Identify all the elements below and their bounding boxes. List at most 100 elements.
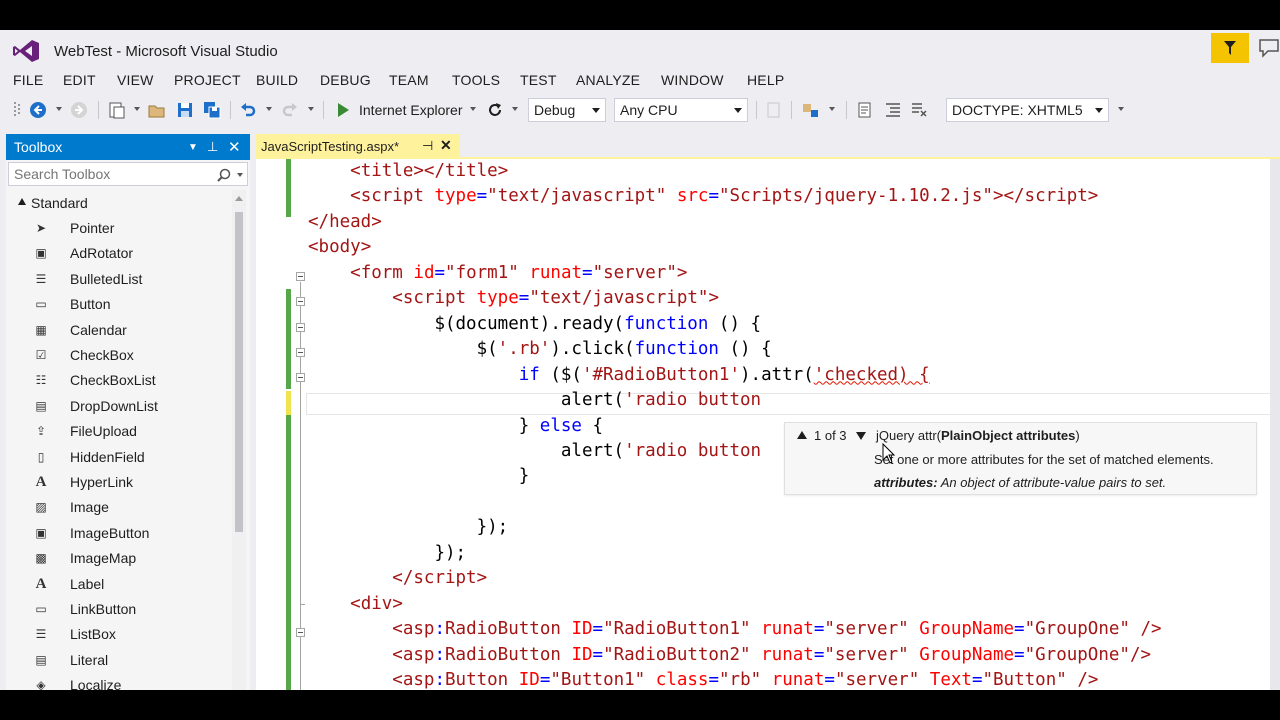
run-target-label[interactable]: Internet Explorer <box>359 102 463 118</box>
toolbar-overflow-dropdown[interactable] <box>1118 107 1124 111</box>
collapse-div-icon[interactable] <box>296 628 305 637</box>
menu-window[interactable]: WINDOW <box>661 72 724 88</box>
collapse-form-icon[interactable] <box>296 297 305 306</box>
parameter-info-tooltip: 1 of 3 jQuery attr(PlainObject attribute… <box>784 422 1257 495</box>
toolbox-item-calendar[interactable]: ▦ Calendar <box>6 318 230 343</box>
menu-view[interactable]: VIEW <box>117 72 154 88</box>
feedback-icon[interactable] <box>1258 38 1280 58</box>
toolbox-group-standard[interactable]: Standard <box>6 192 230 214</box>
toolbox-item-hiddenfield[interactable]: ▯ HiddenField <box>6 445 230 470</box>
comment-selection-icon[interactable] <box>910 101 928 119</box>
browser-link-dropdown[interactable] <box>829 107 835 111</box>
toolbox-item-localize[interactable]: ◈ Localize <box>6 673 230 690</box>
toolbox-item-label: Button <box>70 296 111 313</box>
redo-dropdown[interactable] <box>308 107 314 111</box>
solution-platform-select[interactable]: Any CPU <box>614 98 748 122</box>
toolbox-item-bulletedlist[interactable]: ☰ BulletedList <box>6 267 230 292</box>
toolbox-item-dropdownlist[interactable]: ▤ DropDownList <box>6 394 230 419</box>
code-line: <asp:RadioButton ID="RadioButton1" runat… <box>308 619 1161 639</box>
scroll-up-icon[interactable] <box>235 196 243 201</box>
editor-scrollbar[interactable] <box>1270 159 1280 690</box>
toolbox-item-literal[interactable]: ▤ Literal <box>6 648 230 673</box>
menu-help[interactable]: HELP <box>747 72 784 88</box>
collapse-script-icon[interactable] <box>296 323 305 332</box>
tab-javascripttesting-aspx[interactable]: JavaScriptTesting.aspx* ⊣ ✕ <box>256 134 460 158</box>
refresh-icon[interactable] <box>486 101 504 119</box>
menu-edit[interactable]: EDIT <box>63 72 96 88</box>
menu-analyze[interactable]: ANALYZE <box>576 72 640 88</box>
navigate-back-dropdown[interactable] <box>56 107 62 111</box>
doctype-select[interactable]: DOCTYPE: XHTML5 <box>946 98 1109 122</box>
toolbox-item-label[interactable]: A Label <box>6 572 230 597</box>
menu-project[interactable]: PROJECT <box>174 72 241 88</box>
format-document-icon[interactable] <box>856 101 874 119</box>
toolbar-separator <box>98 101 99 119</box>
notification-flag-button[interactable] <box>1211 33 1249 63</box>
toolbox-search-box[interactable] <box>8 162 248 186</box>
toolbox-item-pointer[interactable]: ➤ Pointer <box>6 216 230 241</box>
start-debugging-icon[interactable] <box>336 99 350 121</box>
search-icon[interactable] <box>217 168 231 182</box>
indent-icon[interactable] <box>884 101 902 119</box>
collapse-body-icon[interactable] <box>296 272 305 281</box>
code-token: class <box>655 670 709 690</box>
toolbox-item-checkboxlist[interactable]: ☷ CheckBoxList <box>6 368 230 393</box>
scroll-thumb[interactable] <box>235 212 243 532</box>
toolbox-item-adrotator[interactable]: ▣ AdRotator <box>6 241 230 266</box>
menu-team[interactable]: TEAM <box>389 72 429 88</box>
open-file-icon[interactable] <box>148 101 166 119</box>
toolbox-item-fileupload[interactable]: ⇪ FileUpload <box>6 419 230 444</box>
toolbox-scrollbar[interactable] <box>232 190 246 690</box>
collapse-ready-icon[interactable] <box>296 348 305 357</box>
save-all-icon[interactable] <box>203 101 221 119</box>
image-button-icon: ▣ <box>35 525 47 540</box>
pin-icon[interactable]: ⊥ <box>207 139 218 155</box>
undo-dropdown[interactable] <box>266 107 272 111</box>
menu-file[interactable]: FILE <box>13 72 43 88</box>
menu-tools[interactable]: TOOLS <box>452 72 500 88</box>
toolbox-item-hyperlink[interactable]: A HyperLink <box>6 470 230 495</box>
toolbox-item-listbox[interactable]: ☰ ListBox <box>6 622 230 647</box>
run-target-dropdown[interactable] <box>470 107 476 111</box>
toolbox-search-input[interactable] <box>14 166 204 182</box>
new-project-dropdown[interactable] <box>134 107 140 111</box>
toolbox-item-label: FileUpload <box>70 423 137 440</box>
undo-icon[interactable] <box>239 101 257 119</box>
toolbox-item-linkbutton[interactable]: ▭ LinkButton <box>6 597 230 622</box>
pin-tab-icon[interactable]: ⊣ <box>422 138 433 154</box>
save-icon[interactable] <box>176 101 194 119</box>
previous-overload-icon[interactable] <box>797 431 807 439</box>
code-token: = <box>582 262 593 283</box>
toolbox-item-imagemap[interactable]: ▩ ImageMap <box>6 546 230 571</box>
hidden-field-icon: ▯ <box>37 449 45 464</box>
toolbox-item-checkbox[interactable]: ☑ CheckBox <box>6 343 230 368</box>
window-position-icon[interactable]: ▼ <box>188 142 198 153</box>
literal-icon: ▤ <box>35 652 47 667</box>
navigate-forward-icon[interactable] <box>70 101 88 119</box>
code-token: Text <box>929 670 972 690</box>
browser-link-icon[interactable] <box>802 101 820 119</box>
close-tab-icon[interactable]: ✕ <box>440 137 452 154</box>
code-line: alert('radio button <box>308 441 761 461</box>
new-project-icon[interactable] <box>108 101 126 119</box>
collapse-click-icon[interactable] <box>296 373 305 382</box>
toolbox-item-image[interactable]: ▨ Image <box>6 495 230 520</box>
toolbox-item-button[interactable]: ▭ Button <box>6 292 230 317</box>
refresh-dropdown[interactable] <box>512 107 518 111</box>
menu-build[interactable]: BUILD <box>256 72 298 88</box>
close-icon[interactable]: ✕ <box>228 138 241 156</box>
search-options-dropdown[interactable] <box>237 173 243 177</box>
solution-configuration-select[interactable]: Debug <box>528 98 606 122</box>
toolbar-separator <box>791 101 792 119</box>
menu-debug[interactable]: DEBUG <box>320 72 371 88</box>
next-overload-icon[interactable] <box>856 432 866 440</box>
menu-test[interactable]: TEST <box>520 72 557 88</box>
redo-icon[interactable] <box>281 101 299 119</box>
toolbox-item-imagebutton[interactable]: ▣ ImageButton <box>6 521 230 546</box>
doctype-value: DOCTYPE: XHTML5 <box>952 102 1083 118</box>
navigate-back-icon[interactable] <box>29 101 47 119</box>
code-line: $('.rb').click(function () { <box>308 339 772 359</box>
